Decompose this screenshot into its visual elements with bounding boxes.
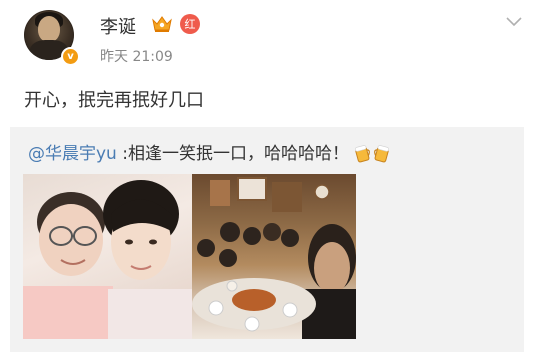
repost-text: @华晨宇yu :相逢一笑抿一口，哈哈哈哈！ — [28, 139, 393, 164]
mention-link[interactable]: @华晨宇yu — [28, 144, 117, 164]
repost-body: :相逢一笑抿一口，哈哈哈哈！ — [116, 144, 349, 164]
chevron-down-icon[interactable] — [505, 16, 523, 28]
timestamp: 昨天 21:09 — [100, 49, 173, 65]
cheers-emoji — [355, 145, 389, 163]
post-text: 开心，抿完再抿好几口 — [24, 90, 204, 111]
username[interactable]: 李诞 — [100, 13, 136, 39]
vip-crown-icon[interactable] — [151, 14, 173, 33]
hongv-badge[interactable]: 红 — [180, 14, 200, 34]
verified-icon: v — [61, 47, 80, 66]
selfie-photo[interactable] — [23, 174, 192, 339]
repost-card[interactable]: @华晨宇yu :相逢一笑抿一口，哈哈哈哈！ — [10, 127, 524, 352]
dinner-group-photo[interactable] — [192, 174, 356, 339]
